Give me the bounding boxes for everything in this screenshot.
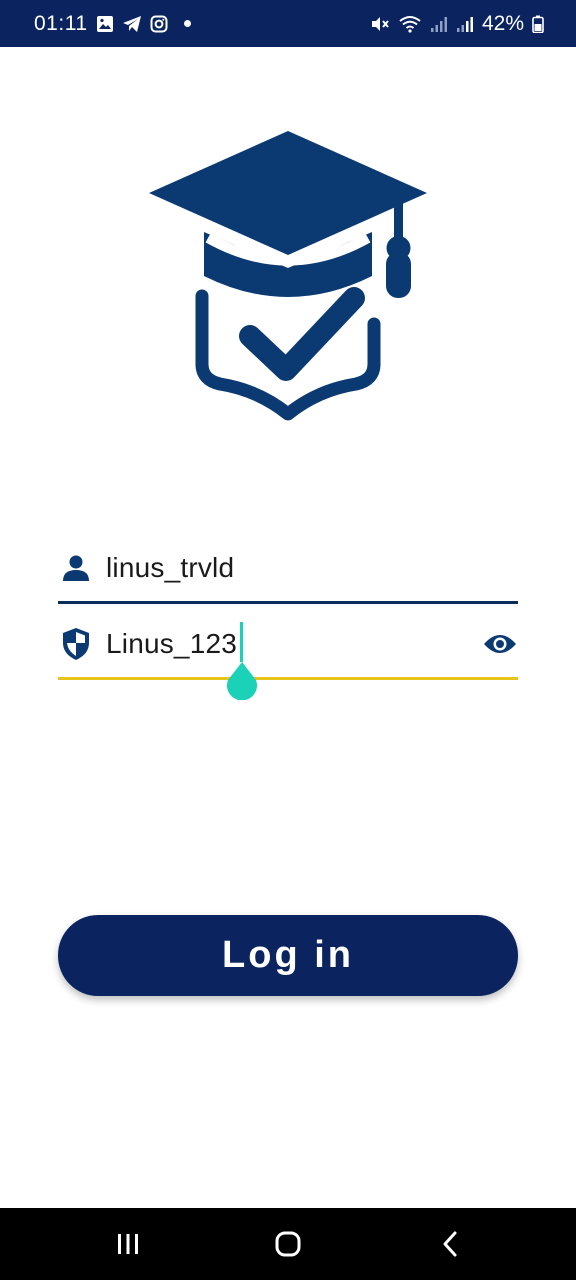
app-logo bbox=[146, 128, 430, 424]
password-underline bbox=[58, 677, 518, 680]
wifi-icon bbox=[398, 15, 422, 33]
battery-percentage: 42% bbox=[481, 11, 524, 35]
signal-icon bbox=[430, 15, 448, 33]
login-button[interactable]: Log in bbox=[58, 915, 518, 996]
mute-icon bbox=[370, 15, 390, 33]
username-underline bbox=[58, 601, 518, 604]
status-left: 01:11 bbox=[34, 12, 191, 36]
person-icon bbox=[58, 550, 94, 586]
gallery-icon bbox=[96, 15, 114, 33]
status-time: 01:11 bbox=[34, 11, 88, 35]
status-right: 42% bbox=[370, 12, 544, 36]
password-field[interactable]: Linus_123 bbox=[58, 614, 518, 674]
navigation-bar bbox=[0, 1208, 576, 1280]
status-bar: 01:11 42% bbox=[0, 0, 576, 47]
notification-dot bbox=[183, 20, 191, 27]
username-field[interactable]: linus_trvld bbox=[58, 538, 518, 598]
shield-icon bbox=[58, 626, 94, 662]
instagram-icon bbox=[150, 15, 168, 33]
recents-icon[interactable] bbox=[108, 1224, 148, 1264]
graduation-cap-shield-check-icon bbox=[149, 131, 427, 421]
login-screen: 01:11 42% linus_trvld Linus_123 Log in bbox=[0, 0, 576, 1280]
signal-icon bbox=[456, 15, 474, 33]
battery-icon bbox=[532, 15, 544, 33]
text-caret bbox=[240, 622, 243, 662]
home-icon[interactable] bbox=[268, 1224, 308, 1264]
telegram-icon bbox=[122, 15, 142, 33]
eye-icon[interactable] bbox=[482, 626, 518, 662]
password-value: Linus_123 bbox=[106, 628, 238, 659]
username-value: linus_trvld bbox=[106, 552, 235, 583]
back-icon[interactable] bbox=[430, 1224, 470, 1264]
text-selection-handle[interactable] bbox=[226, 662, 258, 700]
